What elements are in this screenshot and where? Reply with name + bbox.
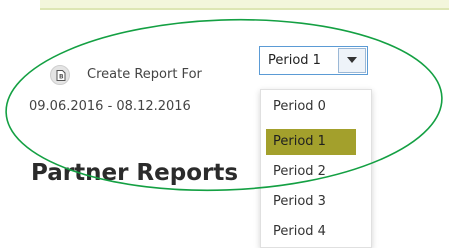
svg-text:B: B <box>59 74 64 81</box>
page-title: Partner Reports <box>31 160 239 186</box>
period-select-value: Period 1 <box>268 53 321 68</box>
chevron-down-icon <box>347 57 357 63</box>
dropdown-option-period-1[interactable]: Period 1 <box>266 129 356 155</box>
dropdown-option-period-2[interactable]: Period 2 <box>266 159 356 185</box>
date-range-text: 09.06.2016 - 08.12.2016 <box>29 99 191 114</box>
dropdown-option-period-4[interactable]: Period 4 <box>266 219 356 245</box>
period-select[interactable]: Period 1 <box>259 46 368 75</box>
highlight-ellipse <box>5 18 443 192</box>
create-report-label[interactable]: Create Report For <box>87 67 202 82</box>
dropdown-option-period-0[interactable]: Period 0 <box>266 94 356 120</box>
notification-banner <box>40 0 449 10</box>
period-dropdown-list: Period 0 Period 1 Period 2 Period 3 Peri… <box>260 89 372 248</box>
dropdown-option-period-3[interactable]: Period 3 <box>266 189 356 215</box>
period-select-arrow-button[interactable] <box>338 48 366 73</box>
report-icon[interactable]: B <box>50 65 70 85</box>
